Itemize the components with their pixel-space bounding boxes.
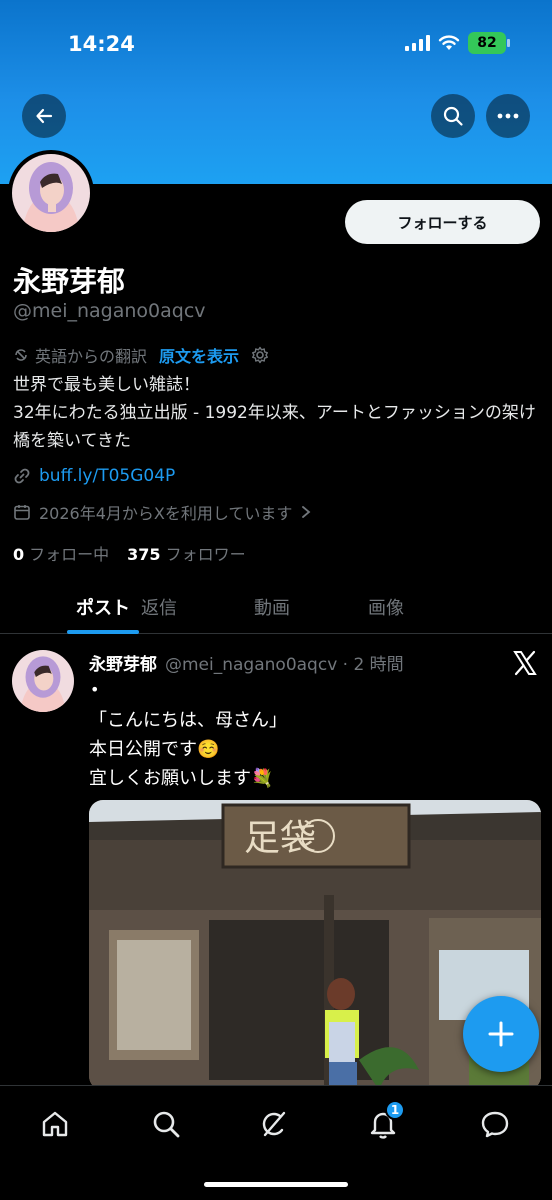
link-icon bbox=[14, 468, 30, 484]
profile-link[interactable]: buff.ly/T05G04P bbox=[39, 466, 175, 486]
following-stat[interactable]: 0 フォロー中 bbox=[13, 541, 109, 565]
post-text: 「こんにちは、母さん」 本日公開です☺️ 宜しくお願いします💐 bbox=[89, 706, 529, 793]
chevron-right-icon bbox=[302, 506, 311, 518]
profile-link-row[interactable]: buff.ly/T05G04P bbox=[13, 466, 175, 486]
wifi-icon bbox=[438, 35, 460, 50]
joined-text: 2026年4月からXを利用しています bbox=[39, 504, 293, 523]
post-line: 本日公開です☺️ bbox=[89, 739, 220, 760]
status-time: 14:24 bbox=[68, 32, 135, 56]
back-button[interactable] bbox=[22, 94, 66, 138]
status-icons: 82 bbox=[405, 32, 510, 54]
nav-grok[interactable] bbox=[254, 1104, 294, 1144]
nav-search[interactable] bbox=[146, 1104, 186, 1144]
home-icon bbox=[42, 1111, 68, 1137]
search-icon bbox=[443, 106, 463, 126]
post-meta: @mei_nagano0aqcv · 2 時間 bbox=[165, 655, 404, 675]
post-author-name[interactable]: 永野芽郁 bbox=[89, 650, 157, 675]
followers-stat[interactable]: 375 フォロワー bbox=[127, 541, 245, 565]
battery-indicator: 82 bbox=[468, 32, 510, 54]
bio-line: 32年にわたる独立出版 - 1992年以来、アートとファッションの架け橋を築いて… bbox=[13, 403, 536, 451]
nav-notifications[interactable]: 1 bbox=[363, 1100, 405, 1144]
gear-icon[interactable] bbox=[251, 346, 269, 364]
joined-row[interactable]: 2026年4月からXを利用しています bbox=[13, 500, 312, 524]
profile-handle: @mei_nagano0aqcv bbox=[13, 300, 206, 322]
profile-name: 永野芽郁 bbox=[13, 265, 126, 298]
profile-avatar[interactable] bbox=[8, 150, 94, 236]
translation-row: 英語からの翻訳 原文を表示 bbox=[13, 343, 269, 367]
more-button[interactable] bbox=[486, 94, 530, 138]
compose-button[interactable] bbox=[463, 996, 539, 1072]
post-bullet: • bbox=[90, 680, 100, 699]
post-line: 宜しくお願いします💐 bbox=[89, 768, 274, 789]
tab-replies[interactable]: 返信 bbox=[136, 580, 182, 633]
nav-messages[interactable] bbox=[475, 1104, 515, 1144]
tab-images[interactable]: 画像 bbox=[363, 580, 409, 633]
post-avatar[interactable] bbox=[12, 650, 74, 712]
profile-tabs: ポスト 返信 動画 画像 bbox=[0, 580, 552, 634]
search-icon bbox=[153, 1111, 180, 1138]
x-logo-icon bbox=[513, 650, 537, 676]
calendar-icon bbox=[14, 505, 30, 520]
bio-line: 世界で最も美しい雑誌！ bbox=[13, 375, 200, 395]
ellipsis-icon bbox=[497, 113, 519, 119]
follow-button[interactable]: フォローする bbox=[345, 200, 540, 244]
search-button[interactable] bbox=[431, 94, 475, 138]
profile-banner bbox=[0, 0, 552, 184]
follow-stats: 0 フォロー中 375 フォロワー bbox=[13, 541, 246, 565]
grok-icon bbox=[262, 1111, 286, 1137]
signal-icon bbox=[405, 35, 430, 51]
tab-videos[interactable]: 動画 bbox=[249, 580, 295, 633]
profile-bio: 世界で最も美しい雑誌！ 32年にわたる独立出版 - 1992年以来、アートとファ… bbox=[13, 371, 538, 455]
nav-home[interactable] bbox=[35, 1104, 75, 1144]
home-indicator bbox=[204, 1182, 348, 1187]
post-line: 「こんにちは、母さん」 bbox=[89, 710, 287, 731]
plus-icon bbox=[488, 1021, 514, 1047]
arrow-left-icon bbox=[36, 108, 53, 124]
post-header: 永野芽郁 @mei_nagano0aqcv · 2 時間 bbox=[89, 650, 404, 675]
translate-icon bbox=[15, 349, 27, 361]
show-original-link[interactable]: 原文を表示 bbox=[159, 343, 239, 367]
shop-sign-text: 足袋 bbox=[244, 818, 316, 859]
message-icon bbox=[481, 1111, 509, 1138]
translation-label: 英語からの翻訳 bbox=[35, 347, 148, 366]
notification-badge: 1 bbox=[385, 1100, 405, 1120]
